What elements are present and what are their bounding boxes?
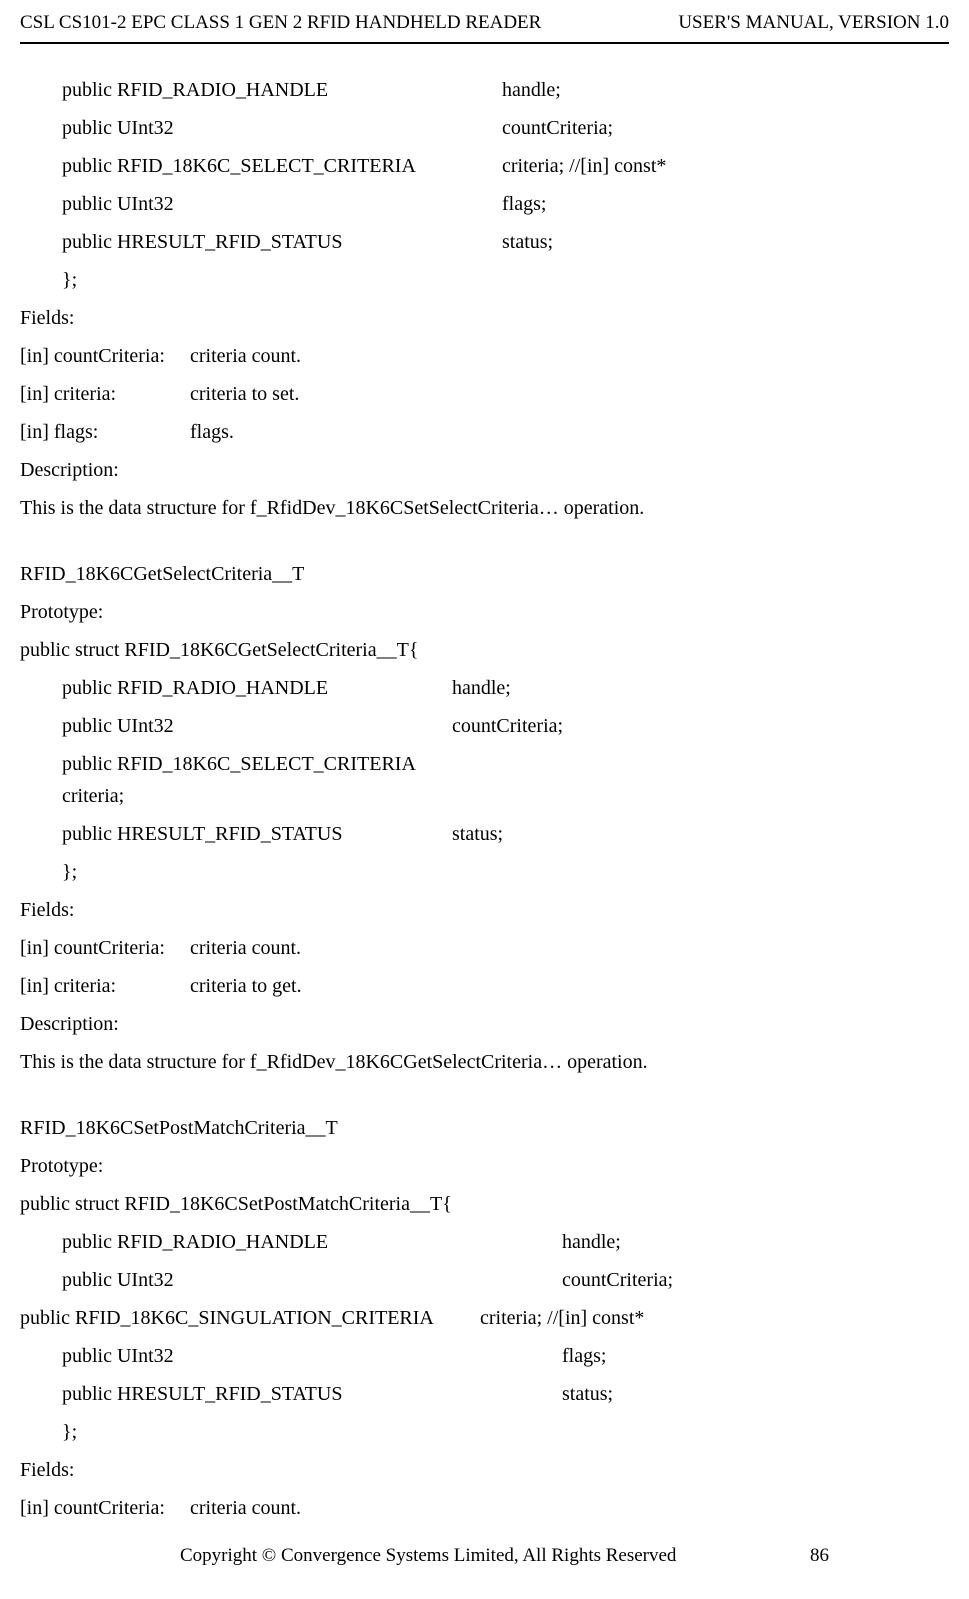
struct-member-type: public HRESULT_RFID_STATUS: [62, 818, 452, 850]
struct-row: public HRESULT_RFID_STATUSstatus;: [20, 226, 949, 258]
field-name: [in] criteria:: [20, 970, 190, 1002]
struct-member-type: public UInt32: [62, 112, 502, 144]
footer-page-number: 86: [810, 1541, 829, 1571]
struct-row: public RFID_18K6C_SINGULATION_CRITERIAcr…: [20, 1302, 949, 1334]
struct-member-name: criteria; //[in] const*: [480, 1302, 644, 1334]
struct-member-type: public RFID_18K6C_SELECT_CRITERIA: [62, 150, 502, 182]
page-header: CSL CS101-2 EPC CLASS 1 GEN 2 RFID HANDH…: [20, 0, 949, 44]
struct-member-type: public RFID_18K6C_SINGULATION_CRITERIA: [20, 1302, 480, 1334]
struct-close: };: [20, 856, 949, 888]
struct-open: public struct RFID_18K6CGetSelectCriteri…: [20, 634, 949, 666]
struct-member-name: handle;: [562, 1226, 621, 1258]
struct-member-type: public RFID_RADIO_HANDLE: [62, 672, 452, 704]
field-row: [in] countCriteria:criteria count.: [20, 932, 949, 964]
fields-label: Fields:: [20, 894, 949, 926]
field-row: [in] countCriteria:criteria count.: [20, 1492, 949, 1524]
struct-row: public RFID_18K6C_SELECT_CRITERIA criter…: [20, 748, 949, 812]
footer-copyright: Copyright © Convergence Systems Limited,…: [180, 1541, 676, 1571]
field-row: [in] countCriteria:criteria count.: [20, 340, 949, 372]
fields-label: Fields:: [20, 1454, 949, 1486]
struct-member-name: status;: [452, 818, 503, 850]
struct-row: public HRESULT_RFID_STATUSstatus;: [20, 818, 949, 850]
struct-member-type: public RFID_RADIO_HANDLE: [62, 1226, 562, 1258]
struct-member-type: public HRESULT_RFID_STATUS: [62, 1378, 562, 1410]
page-footer: Copyright © Convergence Systems Limited,…: [20, 1541, 949, 1571]
struct-row: public UInt32countCriteria;: [20, 1264, 949, 1296]
struct-member-name: countCriteria;: [502, 112, 613, 144]
struct-member-name: status;: [562, 1378, 613, 1410]
struct-member-name: flags;: [562, 1340, 606, 1372]
struct-member-name: countCriteria;: [562, 1264, 673, 1296]
field-row: [in] flags:flags.: [20, 416, 949, 448]
field-desc: flags.: [190, 416, 234, 448]
struct-member-name: handle;: [502, 74, 561, 106]
description-label: Description:: [20, 454, 949, 486]
fields-label: Fields:: [20, 302, 949, 334]
struct-row: public HRESULT_RFID_STATUSstatus;: [20, 1378, 949, 1410]
struct-member-name: status;: [502, 226, 553, 258]
struct-member-type: public HRESULT_RFID_STATUS: [62, 226, 502, 258]
header-right: USER'S MANUAL, VERSION 1.0: [678, 8, 949, 38]
field-desc: criteria count.: [190, 340, 301, 372]
struct-row: public RFID_RADIO_HANDLEhandle;: [20, 672, 949, 704]
struct-row: public RFID_RADIO_HANDLEhandle;: [20, 74, 949, 106]
description-text: This is the data structure for f_RfidDev…: [20, 1046, 949, 1078]
struct-row: public UInt32countCriteria;: [20, 710, 949, 742]
prototype-label: Prototype:: [20, 596, 949, 628]
field-name: [in] flags:: [20, 416, 190, 448]
field-desc: criteria count.: [190, 1492, 301, 1524]
section-title: RFID_18K6CGetSelectCriteria__T: [20, 558, 949, 590]
struct-member-name: flags;: [502, 188, 546, 220]
struct-row: public RFID_18K6C_SELECT_CRITERIAcriteri…: [20, 150, 949, 182]
description-text: This is the data structure for f_RfidDev…: [20, 492, 949, 524]
section-title: RFID_18K6CSetPostMatchCriteria__T: [20, 1112, 949, 1144]
field-desc: criteria count.: [190, 932, 301, 964]
struct-member-name: handle;: [452, 672, 511, 704]
description-label: Description:: [20, 1008, 949, 1040]
struct-row: public UInt32flags;: [20, 188, 949, 220]
struct-member-name: criteria; //[in] const*: [502, 150, 666, 182]
field-name: [in] criteria:: [20, 378, 190, 410]
field-row: [in] criteria:criteria to set.: [20, 378, 949, 410]
struct-row: public UInt32countCriteria;: [20, 112, 949, 144]
struct-member-type: public UInt32: [62, 710, 452, 742]
prototype-label: Prototype:: [20, 1150, 949, 1182]
field-desc: criteria to get.: [190, 970, 302, 1002]
header-left: CSL CS101-2 EPC CLASS 1 GEN 2 RFID HANDH…: [20, 8, 541, 38]
field-name: [in] countCriteria:: [20, 932, 190, 964]
field-desc: criteria to set.: [190, 378, 299, 410]
struct-member-type: public UInt32: [62, 1340, 562, 1372]
struct-member-type: public RFID_18K6C_SELECT_CRITERIA criter…: [62, 748, 452, 812]
struct-row: public RFID_RADIO_HANDLEhandle;: [20, 1226, 949, 1258]
struct-row: public UInt32flags;: [20, 1340, 949, 1372]
struct-close: };: [20, 1416, 949, 1448]
field-name: [in] countCriteria:: [20, 1492, 190, 1524]
struct-member-name: countCriteria;: [452, 710, 563, 742]
struct-member-type: public RFID_RADIO_HANDLE: [62, 74, 502, 106]
struct-close: };: [20, 264, 949, 296]
struct-member-type: public UInt32: [62, 1264, 562, 1296]
struct-member-type: public UInt32: [62, 188, 502, 220]
struct-open: public struct RFID_18K6CSetPostMatchCrit…: [20, 1188, 949, 1220]
field-row: [in] criteria:criteria to get.: [20, 970, 949, 1002]
field-name: [in] countCriteria:: [20, 340, 190, 372]
page-content: public RFID_RADIO_HANDLEhandle;public UI…: [20, 44, 949, 1524]
